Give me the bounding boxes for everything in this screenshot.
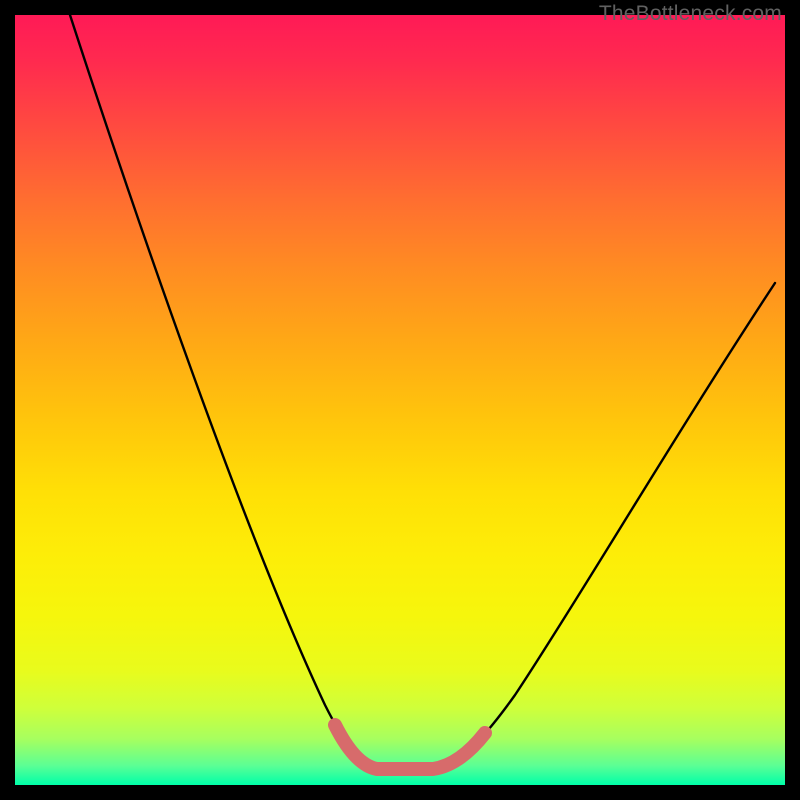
chart-frame: TheBottleneck.com — [0, 0, 800, 800]
valley-highlight — [335, 725, 485, 769]
plot-area — [15, 15, 785, 785]
bottleneck-curve-svg — [15, 15, 785, 785]
watermark-text: TheBottleneck.com — [599, 2, 782, 26]
bottleneck-curve — [70, 15, 775, 772]
